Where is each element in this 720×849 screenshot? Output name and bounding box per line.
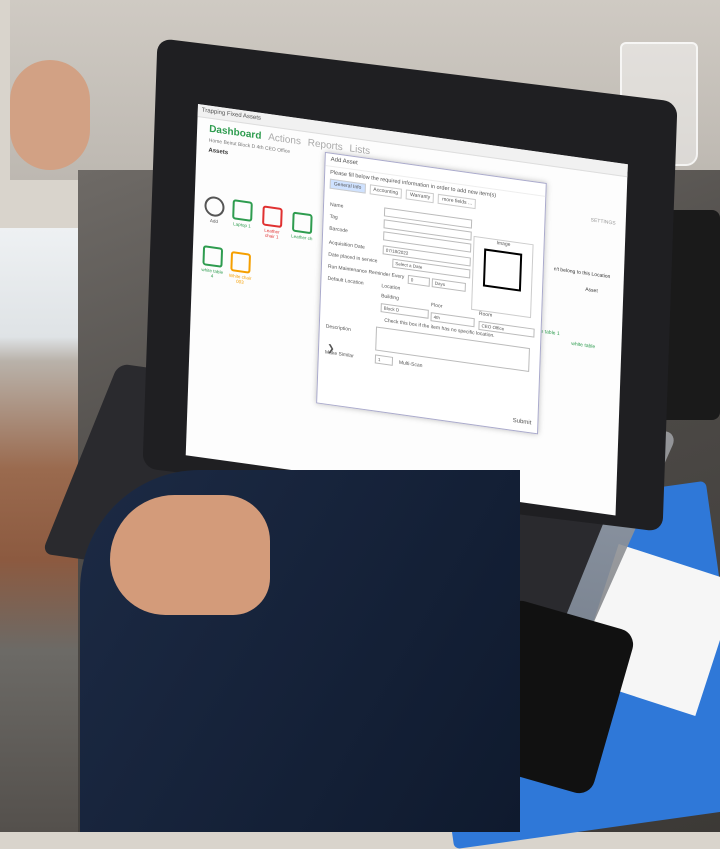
table-icon — [202, 245, 224, 268]
barcode-label: Barcode — [329, 225, 348, 235]
tile-label: white table 4 — [201, 266, 224, 279]
tile-label: Leather chair 1 — [264, 227, 280, 240]
laptop-screen: Trapping Fixed Assets Dashboard Actions … — [185, 104, 628, 516]
description-label: Description — [325, 323, 351, 333]
location-note: n't belong to this Location — [553, 266, 611, 281]
tab-actions[interactable]: Actions — [268, 132, 301, 148]
tag-label: Tag — [329, 213, 338, 221]
tile-label: Laptop 1 — [233, 221, 251, 229]
location-label: Location — [381, 283, 401, 292]
asset-label: white table — [571, 340, 596, 351]
section-title: Assets — [208, 147, 229, 157]
next-arrow-icon[interactable]: ❯ — [327, 343, 335, 355]
breadcrumb-city[interactable]: Beirut — [223, 140, 236, 148]
add-asset-tile[interactable]: Add — [202, 195, 227, 225]
asset-tile[interactable]: White chair 003 — [228, 251, 253, 286]
acquisition-date-label: Acquisition Date — [328, 239, 365, 251]
submit-button[interactable]: Submit — [513, 418, 532, 427]
breadcrumb-home[interactable]: Home — [209, 138, 223, 146]
asset-tile[interactable]: white table 4 — [200, 245, 225, 280]
laptop-icon — [232, 199, 253, 222]
maintenance-unit-select[interactable]: Days — [431, 278, 466, 292]
breadcrumb-block[interactable]: Block D — [238, 142, 255, 150]
building-select[interactable]: Block D — [380, 303, 429, 319]
date-in-service-label: Date placed in service — [328, 251, 378, 265]
person-hand-left — [10, 60, 90, 170]
maintenance-interval-field[interactable]: 0 — [407, 274, 430, 287]
breadcrumb-floor[interactable]: 4th — [256, 144, 263, 151]
image-label: Image — [496, 240, 511, 249]
image-upload-panel[interactable]: Image — [471, 235, 534, 319]
chair-icon — [262, 205, 283, 229]
tile-label: Leather ch — [291, 233, 313, 242]
chair-icon — [230, 251, 252, 274]
default-location-label: Default Location — [327, 275, 364, 287]
building-label: Building — [381, 293, 400, 302]
asset-tile[interactable]: Laptop 1 — [230, 199, 255, 229]
tile-label: White chair 003 — [228, 272, 252, 285]
name-label: Name — [329, 201, 344, 210]
add-asset-button[interactable]: Asset — [585, 287, 598, 295]
make-similar-stepper[interactable]: 1 — [374, 354, 394, 366]
person-hand-right — [110, 495, 270, 615]
chair-icon — [291, 211, 313, 235]
add-asset-dialog: Add Asset Please fill below the required… — [316, 151, 547, 435]
settings-link[interactable]: SETTINGS — [591, 217, 616, 226]
multi-scan-toggle[interactable]: Multi-Scan — [399, 360, 423, 369]
tile-label: Add — [209, 217, 219, 225]
plus-icon — [204, 195, 225, 218]
breadcrumb-room[interactable]: CEO Office — [265, 145, 290, 155]
asset-tile[interactable]: Leather ch — [290, 211, 315, 241]
asset-tile[interactable]: Leather chair 1 — [260, 205, 285, 240]
image-placeholder-icon — [482, 248, 523, 292]
floor-label: Floor — [430, 302, 443, 310]
